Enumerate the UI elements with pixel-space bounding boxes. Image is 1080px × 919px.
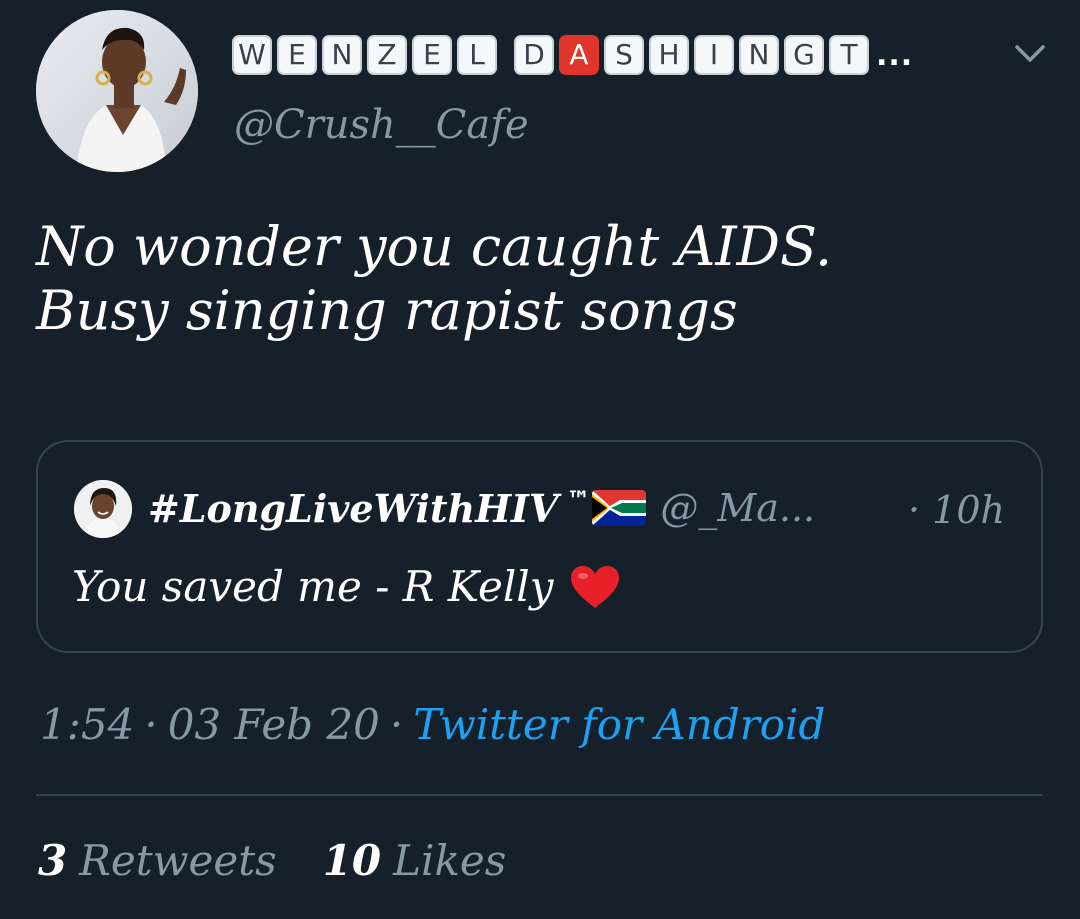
tweet-time: 1:54 (40, 700, 135, 749)
name-letter-tile: Z (367, 35, 407, 75)
retweets-label: Retweets (79, 836, 277, 885)
likes-count: 10 (322, 836, 382, 885)
meta-separator: · (389, 700, 404, 749)
quoted-tweet-text: You saved me - R Kelly (72, 562, 621, 611)
tweet-date: 03 Feb 20 (167, 700, 380, 749)
divider (36, 794, 1043, 796)
likes-stat[interactable]: 10 Likes (323, 836, 507, 885)
quoted-author-avatar[interactable] (74, 480, 132, 538)
quoted-tweet-header: #LongLiveWithHIV ™ @_Ma... (148, 482, 815, 534)
name-letter-tile: H (649, 35, 689, 75)
name-letter-tile: N (322, 35, 362, 75)
tweet-text-line: Busy singing rapist songs (36, 279, 738, 342)
name-letter-tile-red: A (559, 35, 599, 75)
quoted-author-name[interactable]: #LongLiveWithHIV (148, 486, 558, 531)
name-letter-tile: S (604, 35, 644, 75)
name-truncation: ... (876, 37, 914, 73)
name-letter-tile: E (277, 35, 317, 75)
author-avatar[interactable] (36, 10, 198, 172)
meta-separator: · (144, 700, 158, 749)
name-letter-tile: E (412, 35, 452, 75)
name-letter-tile: D (514, 35, 554, 75)
name-letter-tile: W (232, 35, 272, 75)
tweet-detail: W E N Z E L D A S H I N G T ... @Crush__… (0, 0, 1080, 919)
quoted-tweet-card[interactable]: #LongLiveWithHIV ™ @_Ma... · 10h You sav… (36, 440, 1043, 653)
name-letter-tile: N (739, 35, 779, 75)
tweet-text-line: No wonder you caught AIDS. (36, 215, 833, 278)
name-letter-tile: G (784, 35, 824, 75)
quoted-author-handle[interactable]: @_Ma... (660, 486, 815, 530)
tweet-stats: 3 Retweets 10 Likes (38, 836, 506, 885)
red-heart-icon (569, 564, 621, 610)
name-letter-tile: L (457, 35, 497, 75)
author-display-name[interactable]: W E N Z E L D A S H I N G T ... (232, 30, 913, 80)
name-letter-tile: T (829, 35, 869, 75)
retweets-stat[interactable]: 3 Retweets (38, 836, 277, 885)
quoted-tweet-time: · 10h (908, 488, 1005, 532)
quoted-tweet-text-content: You saved me - R Kelly (72, 562, 554, 611)
retweets-count: 3 (38, 836, 68, 885)
chevron-down-icon[interactable] (1012, 38, 1048, 68)
likes-label: Likes (393, 836, 507, 885)
author-handle[interactable]: @Crush__Cafe (234, 102, 529, 148)
tweet-text: No wonder you caught AIDS. Busy singing … (36, 215, 1046, 343)
tweet-meta: 1:54 · 03 Feb 20 · Twitter for Android (40, 700, 825, 749)
trademark-symbol: ™ (566, 486, 591, 514)
tweet-source-link[interactable]: Twitter for Android (413, 700, 825, 749)
south-africa-flag-icon (592, 490, 647, 526)
name-letter-tile: I (694, 35, 734, 75)
